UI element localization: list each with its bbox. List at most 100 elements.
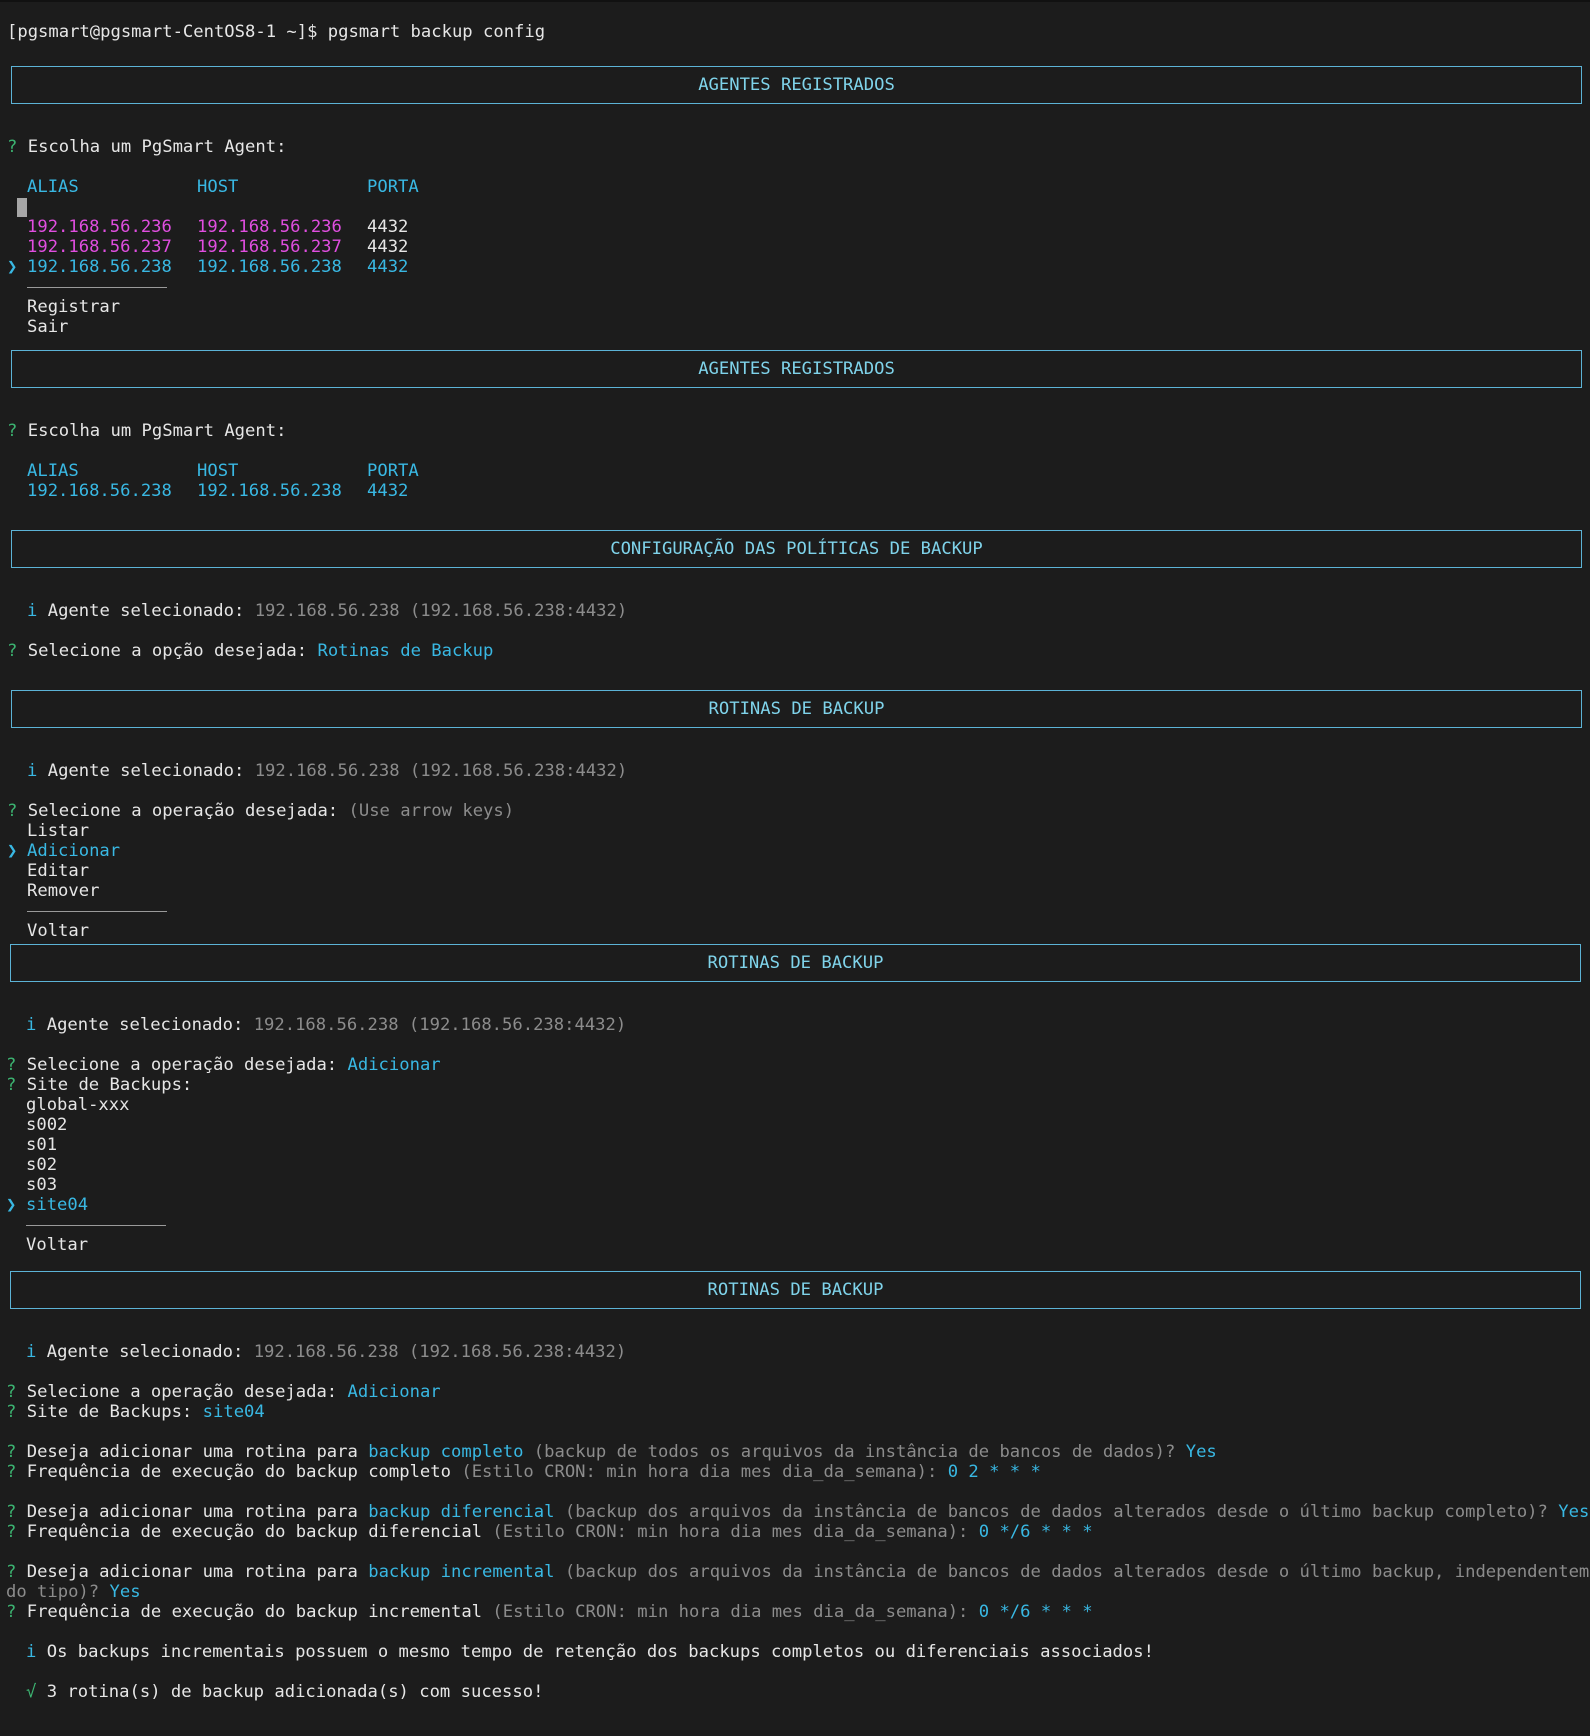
banner-rotinas: ROTINAS DE BACKUP (10, 944, 1581, 982)
answer-text: Adicionar (347, 1382, 441, 1402)
col-header-alias: ALIAS (27, 177, 79, 197)
question-line: ? Selecione a operação desejada: Adicion… (6, 1055, 441, 1075)
menu-item-remover[interactable]: Remover (27, 881, 99, 901)
menu-item-voltar[interactable]: Voltar (27, 921, 89, 941)
agent-alias: 192.168.56.237 (27, 237, 172, 257)
question-mark-icon: ? (6, 1602, 17, 1622)
question-line: ? Selecione a operação desejada: (Use ar… (7, 801, 514, 821)
answer-text: Adicionar (347, 1055, 441, 1075)
agent-porta: 4432 (367, 237, 409, 257)
question-mark-icon: ? (6, 1562, 17, 1582)
text-cursor (17, 198, 27, 217)
inc-backup-question-cont: do tipo)? Yes (6, 1582, 141, 1602)
question-mark-icon: ? (6, 1382, 17, 1402)
terminal-window[interactable]: [pgsmart@pgsmart-CentOS8-1 ~]$ pgsmart b… (0, 0, 1590, 1736)
site-option[interactable]: global-xxx (26, 1095, 129, 1115)
banner-rotinas: ROTINAS DE BACKUP (11, 690, 1582, 728)
hint-text: (Estilo CRON: min hora dia mes dia_da_se… (492, 1602, 969, 1622)
description: do tipo)? (6, 1582, 100, 1602)
inc-backup-question: ? Deseja adicionar uma rotina para backu… (6, 1562, 1590, 1582)
note-text: Os backups incrementais possuem o mesmo … (46, 1642, 1154, 1662)
question-text: Deseja adicionar uma rotina para (26, 1562, 358, 1582)
selection-arrow-icon: ❯ (6, 1195, 17, 1215)
diff-freq-line: ? Frequência de execução do backup difer… (6, 1522, 1093, 1542)
info-icon: i (26, 1642, 37, 1662)
answer-text: Yes (1185, 1442, 1217, 1462)
agent-alias: 192.168.56.236 (27, 217, 172, 237)
hint-text: (Estilo CRON: min hora dia mes dia_da_se… (492, 1522, 969, 1542)
answer-text: Yes (1558, 1502, 1590, 1522)
full-freq-line: ? Frequência de execução do backup compl… (6, 1462, 1041, 1482)
agent-selected-line: i Agente selecionado: 192.168.56.238 (19… (27, 601, 627, 621)
selection-arrow-icon: ❯ (7, 841, 18, 861)
agent-label: Agente selecionado: (46, 1015, 244, 1035)
agent-host: 192.168.56.238 (197, 481, 342, 501)
question-text: Frequência de execução do backup complet… (26, 1462, 451, 1482)
diff-backup-question: ? Deseja adicionar uma rotina para backu… (6, 1502, 1589, 1522)
hint-text: (Estilo CRON: min hora dia mes dia_da_se… (461, 1462, 938, 1482)
banner-agentes-registrados: AGENTES REGISTRADOS (11, 66, 1582, 104)
success-message: √ 3 rotina(s) de backup adicionada(s) co… (26, 1682, 543, 1702)
site-question-line: ? Site de Backups: site04 (6, 1402, 265, 1422)
question-text: Selecione a operação desejada: (26, 1382, 338, 1402)
success-text: 3 rotina(s) de backup adicionada(s) com … (46, 1682, 544, 1702)
question-line: ? Selecione a opção desejada: Rotinas de… (7, 641, 493, 661)
agent-value: 192.168.56.238 (192.168.56.238:4432) (254, 761, 628, 781)
description: (backup dos arquivos da instância de ban… (564, 1562, 1590, 1582)
question-mark-icon: ? (6, 1055, 17, 1075)
info-note: i Os backups incrementais possuem o mesm… (26, 1642, 1154, 1662)
agent-selected-line: i Agente selecionado: 192.168.56.238 (19… (26, 1015, 626, 1035)
agent-alias: 192.168.56.238 (27, 481, 172, 501)
question-mark-icon: ? (6, 1522, 17, 1542)
site-option[interactable]: s002 (26, 1115, 67, 1135)
col-header-host: HOST (197, 177, 239, 197)
site-option[interactable]: s03 (26, 1175, 57, 1195)
agent-value: 192.168.56.238 (192.168.56.238:4432) (253, 1342, 627, 1362)
answer-text: 0 */6 * * * (978, 1602, 1093, 1622)
question-mark-icon: ? (7, 801, 18, 821)
separator (27, 911, 167, 912)
answer-text: Yes (109, 1582, 141, 1602)
question-mark-icon: ? (6, 1075, 17, 1095)
agent-label: Agente selecionado: (47, 761, 245, 781)
shell-prompt: [pgsmart@pgsmart-CentOS8-1 ~]$ pgsmart b… (7, 22, 546, 42)
question-text: Frequência de execução do backup increme… (26, 1602, 483, 1622)
site-option[interactable]: s02 (26, 1155, 57, 1175)
col-header-porta: PORTA (367, 461, 419, 481)
question-mark-icon: ? (6, 1462, 17, 1482)
answer-text: site04 (202, 1402, 265, 1422)
agent-host: 192.168.56.238 (197, 257, 342, 277)
menu-item-editar[interactable]: Editar (27, 861, 89, 881)
selection-arrow-icon: ❯ (7, 257, 18, 277)
inc-freq-line: ? Frequência de execução do backup incre… (6, 1602, 1093, 1622)
question-mark-icon: ? (6, 1502, 17, 1522)
question-line: ? Escolha um PgSmart Agent: (7, 137, 286, 157)
question-mark-icon: ? (6, 1442, 17, 1462)
menu-item-voltar[interactable]: Voltar (26, 1235, 88, 1255)
agent-value: 192.168.56.238 (192.168.56.238:4432) (254, 601, 628, 621)
agent-porta: 4432 (367, 257, 409, 277)
menu-item-registrar[interactable]: Registrar (27, 297, 120, 317)
agent-label: Agente selecionado: (47, 601, 245, 621)
menu-item-listar[interactable]: Listar (27, 821, 89, 841)
col-header-porta: PORTA (367, 177, 419, 197)
question-text: Site de Backups: (26, 1402, 193, 1422)
agent-porta: 4432 (367, 217, 409, 237)
info-icon: i (26, 1342, 37, 1362)
question-mark-icon: ? (6, 1402, 17, 1422)
keyword: backup incremental (368, 1562, 555, 1582)
description: (backup dos arquivos da instância de ban… (564, 1502, 1548, 1522)
keyword: backup completo (368, 1442, 524, 1462)
question-text: Escolha um PgSmart Agent: (27, 421, 287, 441)
info-icon: i (27, 761, 38, 781)
site-option[interactable]: s01 (26, 1135, 57, 1155)
question-text: Deseja adicionar uma rotina para (26, 1502, 358, 1522)
info-icon: i (27, 601, 38, 621)
question-text: Deseja adicionar uma rotina para (26, 1442, 358, 1462)
question-mark-icon: ? (7, 641, 18, 661)
menu-item-sair[interactable]: Sair (27, 317, 68, 337)
agent-porta: 4432 (367, 481, 409, 501)
menu-item-label: Adicionar (27, 841, 121, 861)
check-icon: √ (26, 1682, 37, 1702)
question-text: Frequência de execução do backup diferen… (26, 1522, 483, 1542)
